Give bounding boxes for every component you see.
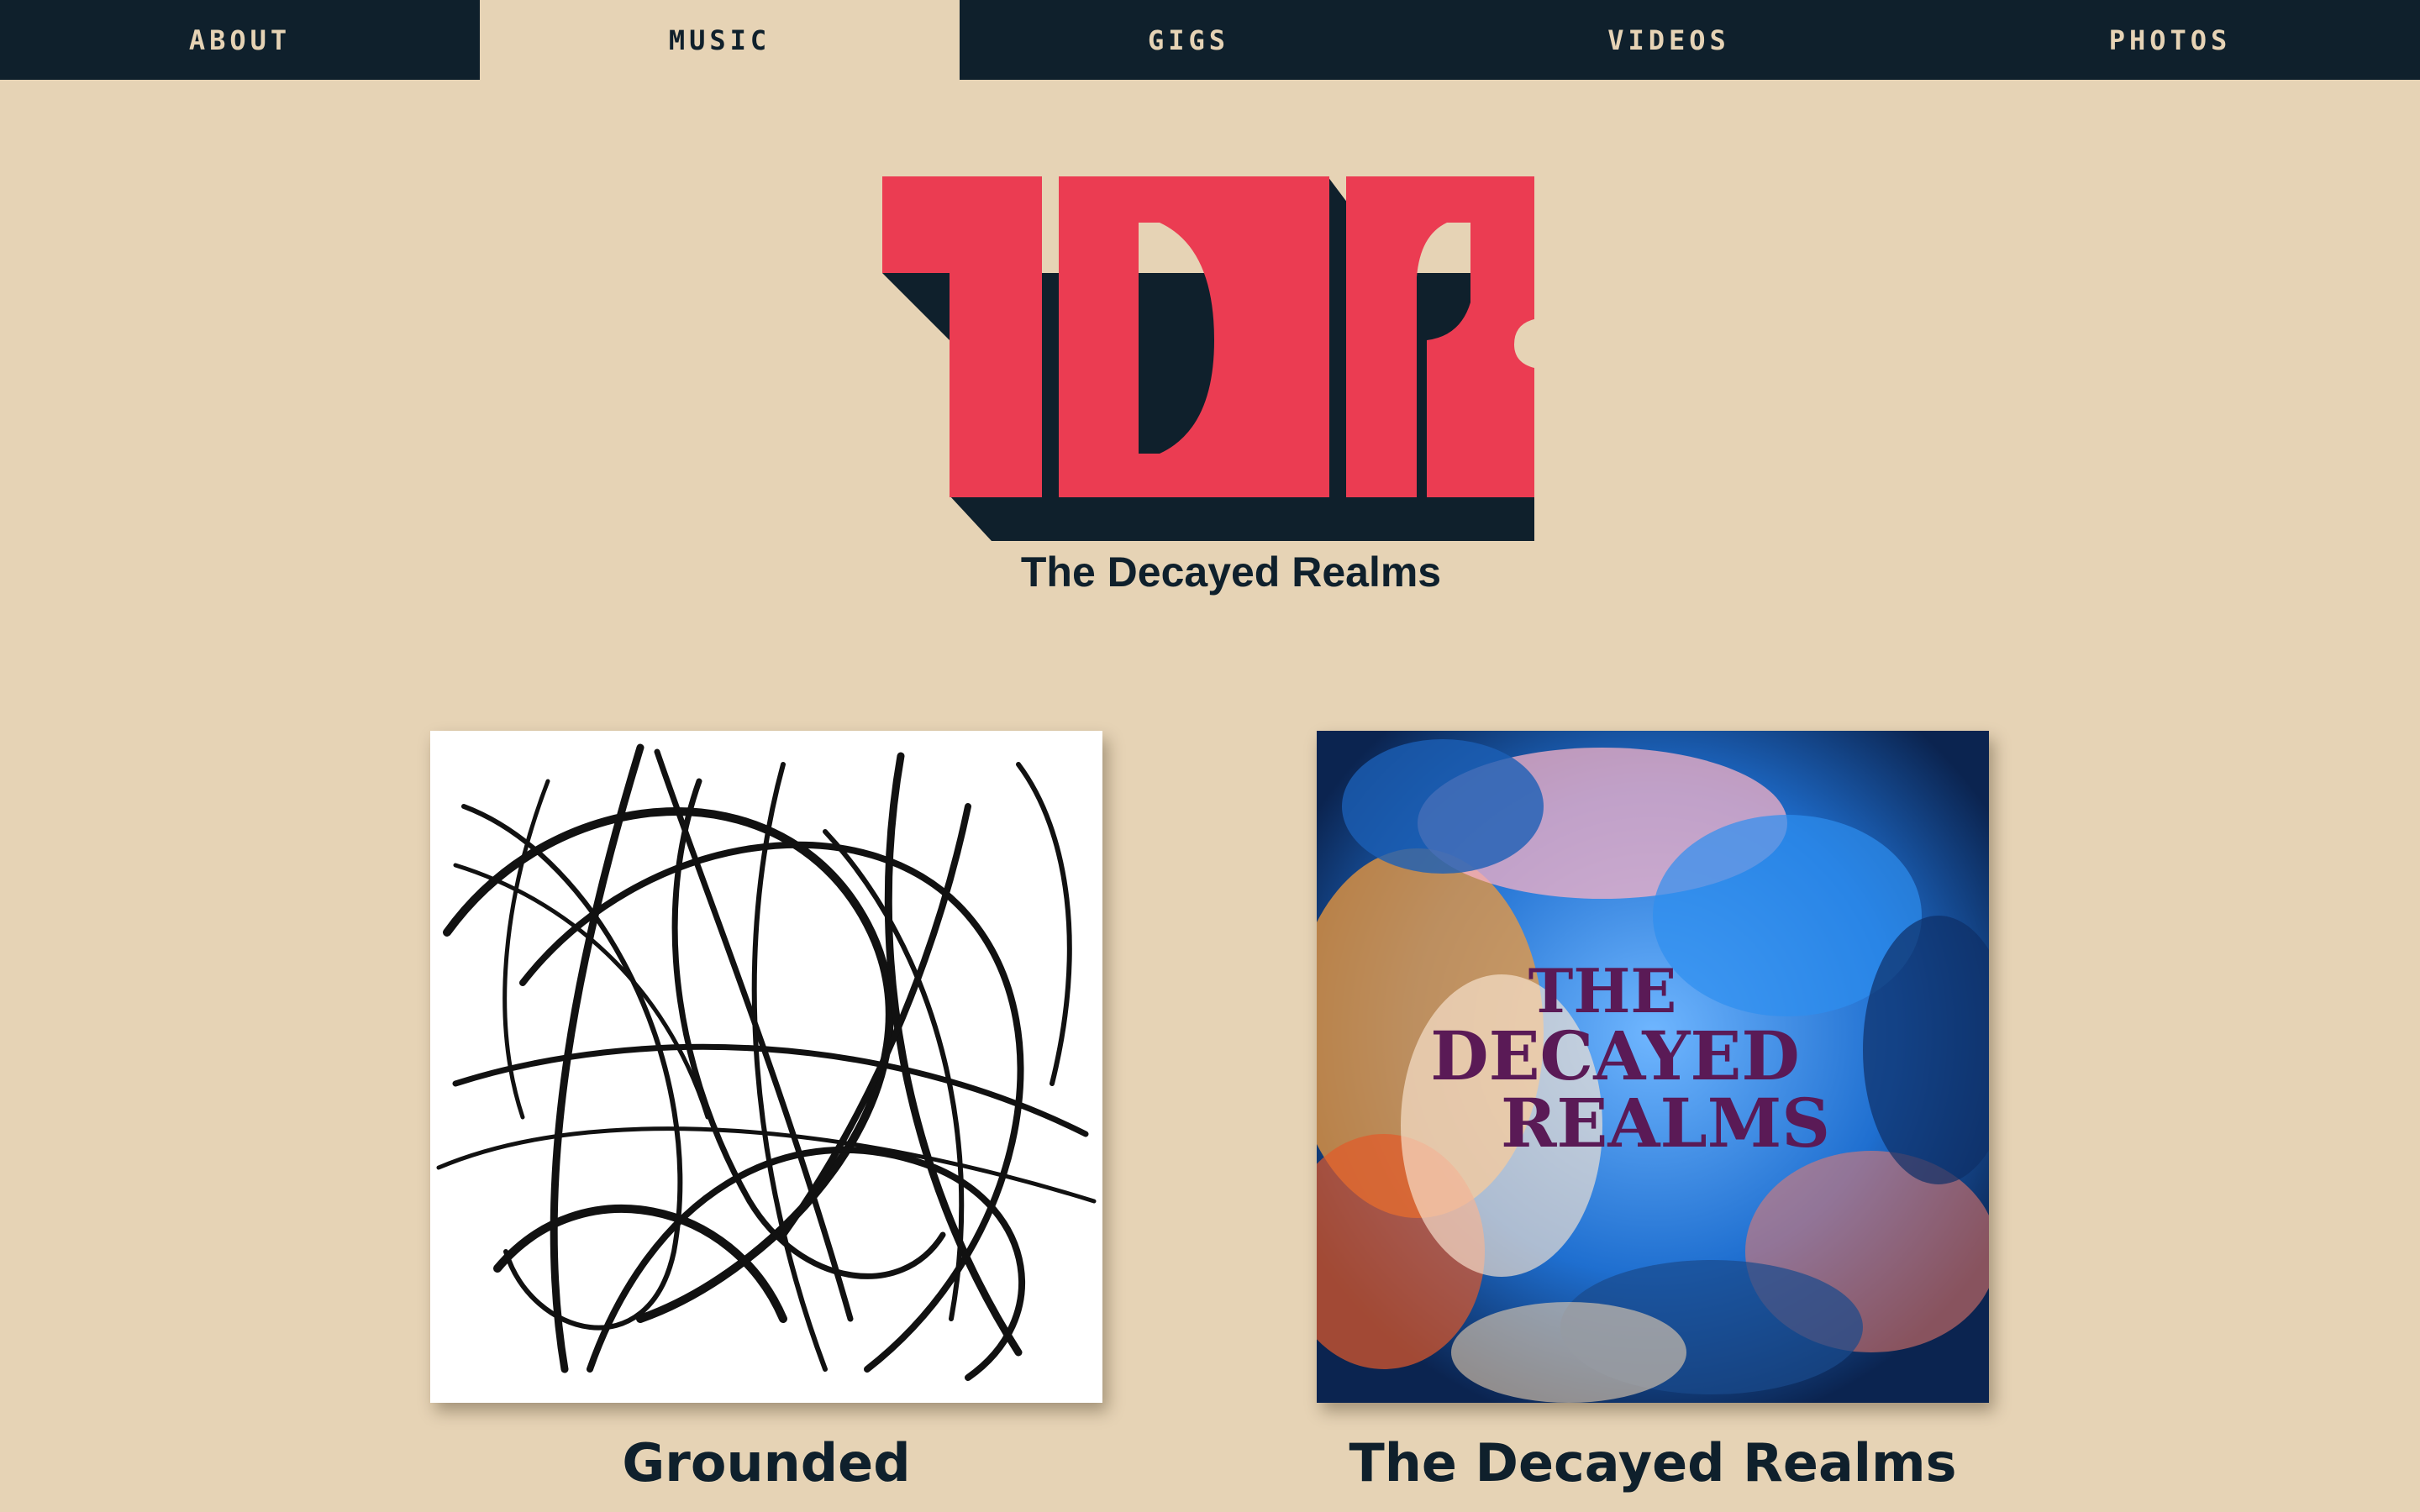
nav-photos[interactable]: PHOTOS bbox=[1920, 0, 2420, 80]
album-cover-grounded[interactable] bbox=[430, 731, 1102, 1403]
nav-gigs[interactable]: GIGS bbox=[960, 0, 1418, 80]
band-logo[interactable] bbox=[882, 176, 1534, 541]
band-name: The Decayed Realms bbox=[1020, 549, 1442, 596]
main-nav: ABOUT MUSIC GIGS VIDEOS PHOTOS bbox=[0, 0, 2420, 80]
nav-videos[interactable]: VIDEOS bbox=[1418, 0, 1920, 80]
album-title-the-decayed-realms[interactable]: The Decayed Realms bbox=[1317, 1432, 1989, 1494]
album-title-grounded[interactable]: Grounded bbox=[430, 1432, 1102, 1494]
nav-music[interactable]: MUSIC bbox=[480, 0, 960, 80]
album-cover-the-decayed-realms[interactable]: THE DECAYED REALMS bbox=[1317, 731, 1989, 1403]
cover-text-line-3: REALMS bbox=[1501, 1084, 1830, 1163]
nav-about[interactable]: ABOUT bbox=[0, 0, 480, 80]
